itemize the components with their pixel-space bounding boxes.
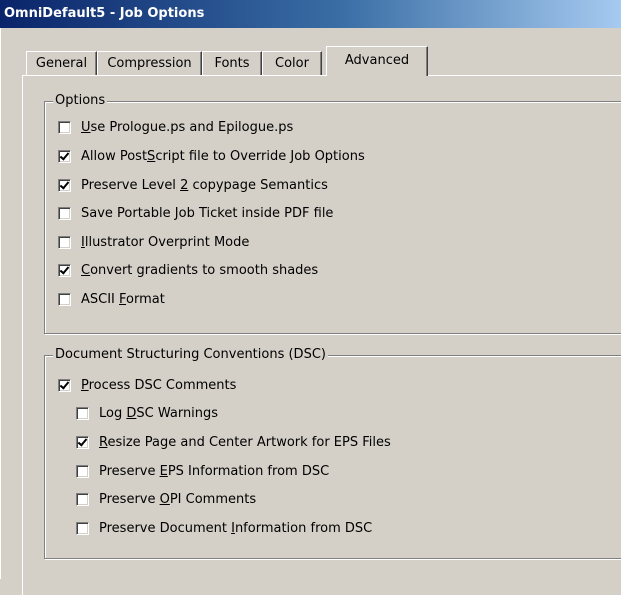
checkbox-label: Preserve EPS Information from DSC xyxy=(99,463,330,479)
checkbox-label: Preserve Level 2 copypage Semantics xyxy=(81,177,328,193)
checkbox-label: ASCII Format xyxy=(81,291,165,307)
checkbox-label: Use Prologue.ps and Epilogue.ps xyxy=(81,119,294,135)
advanced-panel: Options Document Structuring Conventions… xyxy=(22,75,621,595)
checkbox-label: Log DSC Warnings xyxy=(99,405,219,421)
tab-fonts[interactable]: Fonts xyxy=(202,51,262,76)
checkbox-resize-page-eps[interactable]: Resize Page and Center Artwork for EPS F… xyxy=(76,433,391,451)
checkbox-box[interactable] xyxy=(58,292,71,306)
checkbox-box[interactable] xyxy=(58,120,71,134)
checkbox-box[interactable] xyxy=(58,178,71,192)
checkbox-preserve-eps-info[interactable]: Preserve EPS Information from DSC xyxy=(76,462,329,480)
checkbox-label: Illustrator Overprint Mode xyxy=(81,234,250,250)
checkbox-save-job-ticket[interactable]: Save Portable Job Ticket inside PDF file xyxy=(58,204,333,222)
checkbox-box[interactable] xyxy=(58,149,71,163)
checkbox-preserve-opi-comments[interactable]: Preserve OPI Comments xyxy=(76,490,256,508)
checkbox-label: Process DSC Comments xyxy=(81,377,237,393)
checkbox-box[interactable] xyxy=(76,464,89,478)
checkbox-illustrator-overprint[interactable]: Illustrator Overprint Mode xyxy=(58,233,249,251)
checkbox-box[interactable] xyxy=(76,492,89,506)
window-title: OmniDefault5 - Job Options xyxy=(0,0,621,28)
checkbox-box[interactable] xyxy=(58,206,71,220)
checkbox-box[interactable] xyxy=(76,435,89,449)
checkbox-box[interactable] xyxy=(58,263,71,277)
checkbox-box[interactable] xyxy=(58,235,71,249)
tab-general[interactable]: General xyxy=(26,51,97,76)
checkbox-preserve-level2-copypage[interactable]: Preserve Level 2 copypage Semantics xyxy=(58,176,328,194)
checkbox-box[interactable] xyxy=(58,378,71,392)
checkbox-convert-gradients[interactable]: Convert gradients to smooth shades xyxy=(58,261,318,279)
checkbox-label: Save Portable Job Ticket inside PDF file xyxy=(81,205,334,221)
checkbox-process-dsc[interactable]: Process DSC Comments xyxy=(58,376,236,394)
window-frame xyxy=(0,28,8,579)
checkbox-box[interactable] xyxy=(76,406,89,420)
checkbox-label: Convert gradients to smooth shades xyxy=(81,262,319,278)
checkbox-label: Allow PostScript file to Override Job Op… xyxy=(81,148,365,164)
checkbox-box[interactable] xyxy=(76,521,89,535)
options-group-title: Options xyxy=(53,93,108,109)
checkbox-ascii-format[interactable]: ASCII Format xyxy=(58,290,165,308)
checkbox-label: Preserve OPI Comments xyxy=(99,491,257,507)
tab-advanced[interactable]: Advanced xyxy=(326,46,428,76)
checkbox-label: Preserve Document Information from DSC xyxy=(99,520,373,536)
tab-compression[interactable]: Compression xyxy=(97,51,202,76)
checkbox-preserve-document-info[interactable]: Preserve Document Information from DSC xyxy=(76,519,372,537)
dsc-group-title: Document Structuring Conventions (DSC) xyxy=(53,347,328,363)
checkbox-log-dsc-warnings[interactable]: Log DSC Warnings xyxy=(76,404,218,422)
checkbox-use-prologue[interactable]: Use Prologue.ps and Epilogue.ps xyxy=(58,118,293,136)
checkbox-allow-postscript-override[interactable]: Allow PostScript file to Override Job Op… xyxy=(58,147,365,165)
tab-color[interactable]: Color xyxy=(262,51,322,76)
checkbox-label: Resize Page and Center Artwork for EPS F… xyxy=(99,434,391,450)
